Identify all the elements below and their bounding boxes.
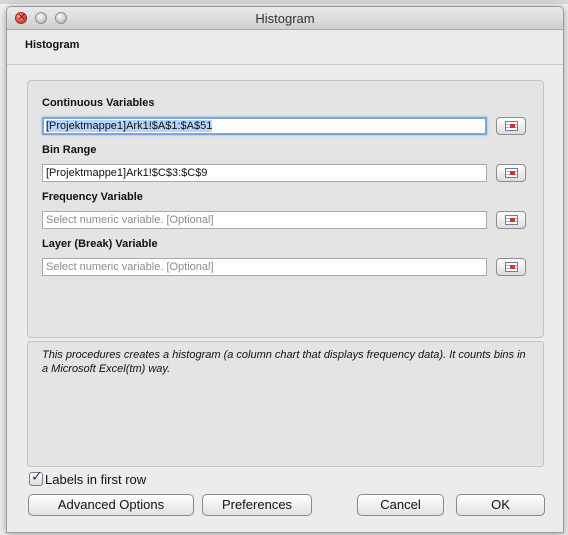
frequency-variable-range-button[interactable]: [496, 211, 526, 229]
bin-range-input[interactable]: [Projektmappe1]Ark1!$C$3:$C$9: [42, 164, 487, 182]
background-menubar: [0, 0, 568, 4]
continuous-variables-value: [Projektmappe1]Ark1!$A$1:$A$51: [46, 120, 213, 132]
labels-first-row-checkbox[interactable]: [29, 469, 43, 486]
divider: [7, 64, 563, 65]
range-select-icon: [505, 168, 518, 178]
histogram-dialog: Histogram Histogram Continuous Variables…: [6, 6, 564, 533]
labels-first-row-label[interactable]: Labels in first row: [45, 472, 146, 487]
dialog-heading: Histogram: [25, 39, 80, 51]
cancel-button[interactable]: Cancel: [357, 494, 444, 516]
bin-range-value: [Projektmappe1]Ark1!$C$3:$C$9: [46, 167, 208, 179]
range-select-icon: [505, 262, 518, 272]
bin-range-range-button[interactable]: [496, 164, 526, 182]
range-select-icon: [505, 215, 518, 225]
bin-range-label: Bin Range: [42, 144, 97, 156]
range-select-icon: [505, 121, 518, 131]
layer-variable-label: Layer (Break) Variable: [42, 238, 158, 250]
layer-variable-range-button[interactable]: [496, 258, 526, 276]
description-text: This procedures creates a histogram (a c…: [42, 349, 526, 375]
variables-group: Continuous Variables [Projektmappe1]Ark1…: [27, 80, 544, 338]
layer-variable-input[interactable]: Select numeric variable. [Optional]: [42, 258, 487, 276]
continuous-variables-label: Continuous Variables: [42, 97, 155, 109]
frequency-variable-placeholder: Select numeric variable. [Optional]: [46, 214, 214, 226]
frequency-variable-label: Frequency Variable: [42, 191, 143, 203]
continuous-variables-range-button[interactable]: [496, 117, 526, 135]
advanced-options-button[interactable]: Advanced Options: [28, 494, 194, 516]
description-box: This procedures creates a histogram (a c…: [27, 341, 544, 467]
title-bar[interactable]: Histogram: [7, 7, 563, 30]
layer-variable-placeholder: Select numeric variable. [Optional]: [46, 261, 214, 273]
ok-button[interactable]: OK: [456, 494, 545, 516]
continuous-variables-input[interactable]: [Projektmappe1]Ark1!$A$1:$A$51: [42, 117, 487, 135]
window-title: Histogram: [255, 11, 315, 26]
frequency-variable-input[interactable]: Select numeric variable. [Optional]: [42, 211, 487, 229]
preferences-button[interactable]: Preferences: [202, 494, 312, 516]
